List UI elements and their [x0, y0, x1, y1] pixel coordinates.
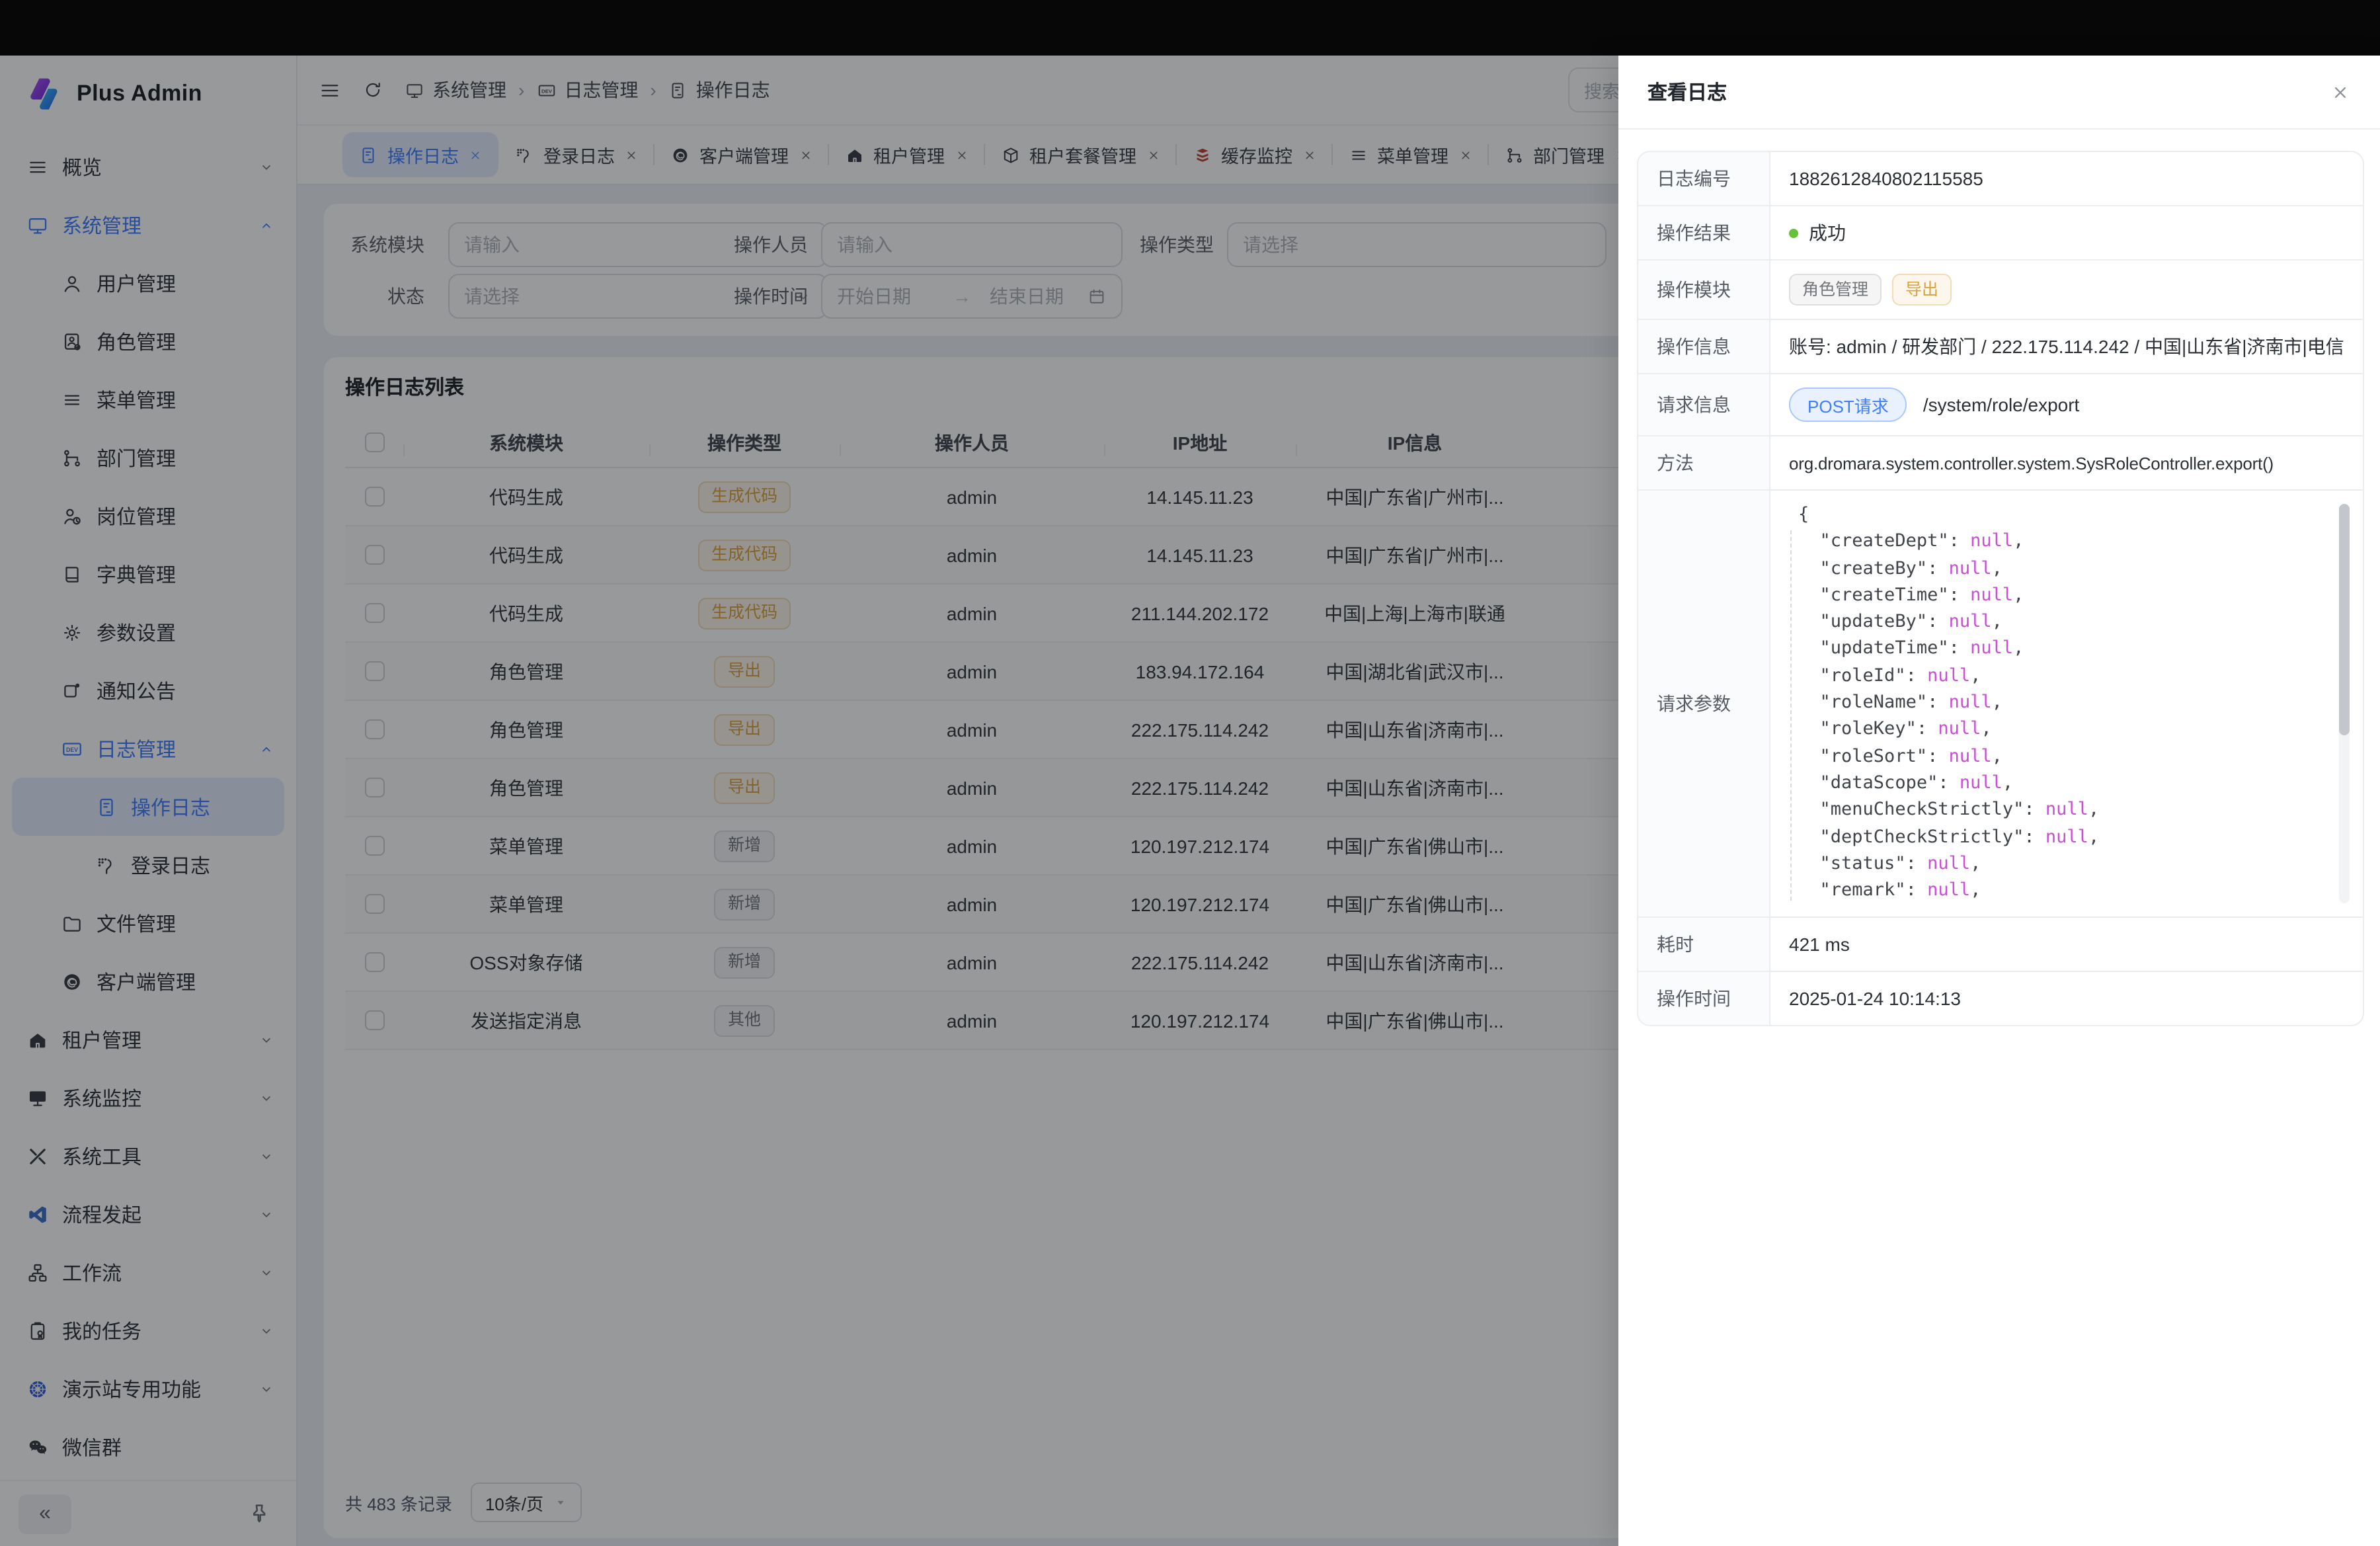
json-null-value: null	[1970, 585, 2013, 606]
detail-text: org.dromara.system.controller.system.Sys…	[1789, 453, 2274, 473]
detail-value: 2025-01-24 10:14:13	[1770, 972, 2363, 1025]
detail-row-5: 方法 org.dromara.system.controller.system.S…	[1638, 435, 2363, 489]
drawer-body: 日志编号1882612840802115585操作结果成功操作模块角色管理导出操…	[1618, 130, 2380, 1026]
request-params-json: { "createDept": null, "createBy": null, …	[1786, 501, 2350, 906]
view-log-drawer: 查看日志 日志编号 1882612840802115585 操作结果 成功操作模块角色…	[1618, 56, 2380, 1546]
module-tag: 角色管理	[1789, 274, 1882, 305]
json-null-value: null	[1938, 719, 1981, 740]
json-null-value: null	[2045, 826, 2088, 847]
detail-text: 421 ms	[1789, 934, 1850, 955]
detail-value: 账号: admin / 研发部门 / 222.175.114.242 / 中国|…	[1770, 320, 2363, 373]
detail-row-8: 操作时间 2025-01-24 10:14:13	[1638, 971, 2363, 1025]
app-window: Plus Admin 概览系统管理用户管理角色管理菜单管理部门管理岗位管理字典管…	[0, 0, 2380, 1546]
json-open-brace: {	[1798, 504, 1809, 525]
detail-value: 成功	[1770, 206, 2363, 259]
json-key: updateTime	[1831, 638, 1938, 659]
json-line: "roleKey": null,	[1798, 716, 2350, 743]
json-scrollbar	[2339, 504, 2350, 903]
json-key: updateBy	[1831, 611, 1917, 632]
json-scrollbar-thumb[interactable]	[2339, 504, 2350, 735]
detail-row-6: 请求参数{ "createDept": null, "createBy": nu…	[1638, 489, 2363, 916]
detail-row-7: 耗时 421 ms	[1638, 916, 2363, 971]
json-line: "createDept": null,	[1798, 528, 2350, 555]
json-key: roleId	[1831, 665, 1895, 686]
detail-row-4: 请求信息POST请求/system/role/export	[1638, 373, 2363, 435]
json-null-value: null	[1949, 692, 1992, 713]
detail-label: 请求信息	[1638, 374, 1770, 435]
detail-value: 角色管理导出	[1770, 261, 2363, 319]
json-line: "roleSort": null,	[1798, 743, 2350, 770]
drawer-header: 查看日志	[1618, 56, 2380, 130]
detail-label: 请求参数	[1638, 491, 1770, 916]
detail-text: 2025-01-24 10:14:13	[1789, 988, 1961, 1009]
json-null-value: null	[1970, 638, 2013, 659]
json-line: "status": null,	[1798, 850, 2350, 877]
detail-value: { "createDept": null, "createBy": null, …	[1770, 491, 2363, 916]
json-line: "deptCheckStrictly": null,	[1798, 823, 2350, 850]
json-line: "roleName": null,	[1798, 689, 2350, 716]
success-dot	[1789, 228, 1798, 237]
json-line: "updateTime": null,	[1798, 635, 2350, 663]
detail-text: 账号: admin / 研发部门 / 222.175.114.242 / 中国|…	[1789, 333, 2344, 360]
detail-label: 操作时间	[1638, 972, 1770, 1025]
module-tag: 导出	[1892, 274, 1952, 305]
status-text: 成功	[1809, 220, 1846, 246]
detail-value: 421 ms	[1770, 918, 2363, 971]
detail-label: 日志编号	[1638, 152, 1770, 205]
json-line: "roleId": null,	[1798, 663, 2350, 690]
json-line: "updateBy": null,	[1798, 608, 2350, 635]
detail-label: 操作信息	[1638, 320, 1770, 373]
detail-label: 耗时	[1638, 918, 1770, 971]
json-line: "createTime": null,	[1798, 582, 2350, 609]
json-key: remark	[1831, 879, 1895, 901]
detail-value: org.dromara.system.controller.system.Sys…	[1770, 436, 2363, 489]
detail-value: 1882612840802115585	[1770, 152, 2363, 205]
json-key: createDept	[1831, 531, 1938, 552]
detail-label: 方法	[1638, 436, 1770, 489]
json-null-value: null	[1927, 665, 1970, 686]
close-icon[interactable]	[2330, 81, 2351, 102]
detail-table: 日志编号1882612840802115585操作结果成功操作模块角色管理导出操…	[1637, 151, 2364, 1026]
json-null-value: null	[1949, 745, 1992, 766]
detail-text: 1882612840802115585	[1789, 168, 1983, 189]
json-key: roleName	[1831, 692, 1917, 713]
json-null-value: null	[1970, 531, 2013, 552]
json-null-value: null	[1949, 611, 1992, 632]
json-key: roleKey	[1831, 719, 1906, 740]
detail-row-1: 操作结果 成功	[1638, 205, 2363, 259]
json-null-value: null	[1949, 557, 1992, 579]
json-null-value: null	[1960, 772, 2003, 793]
json-key: status	[1831, 853, 1895, 874]
json-null-value: null	[1927, 853, 1970, 874]
json-key: createBy	[1831, 557, 1917, 579]
json-line: "createBy": null,	[1798, 555, 2350, 582]
json-key: roleSort	[1831, 745, 1917, 766]
detail-row-2: 操作模块角色管理导出	[1638, 259, 2363, 319]
json-key: createTime	[1831, 585, 1938, 606]
detail-row-3: 操作信息账号: admin / 研发部门 / 222.175.114.242 /…	[1638, 319, 2363, 373]
json-null-value: null	[1927, 879, 1970, 901]
json-key: dataScope	[1831, 772, 1927, 793]
json-key: menuCheckStrictly	[1831, 799, 2013, 821]
json-line: "dataScope": null,	[1798, 770, 2350, 797]
detail-value: POST请求/system/role/export	[1770, 374, 2363, 435]
json-indent-guide	[1790, 530, 1792, 901]
json-line: "remark": null,	[1798, 877, 2350, 904]
json-key: deptCheckStrictly	[1831, 826, 2013, 847]
json-null-value: null	[2045, 799, 2088, 821]
request-path: /system/role/export	[1923, 394, 2080, 415]
detail-label: 操作结果	[1638, 206, 1770, 259]
json-line: "menuCheckStrictly": null,	[1798, 797, 2350, 824]
detail-label: 操作模块	[1638, 261, 1770, 319]
drawer-title: 查看日志	[1647, 78, 1727, 106]
detail-row-0: 日志编号 1882612840802115585	[1638, 152, 2363, 205]
post-request-tag: POST请求	[1789, 387, 1907, 422]
window-chrome-bar	[0, 0, 2380, 56]
